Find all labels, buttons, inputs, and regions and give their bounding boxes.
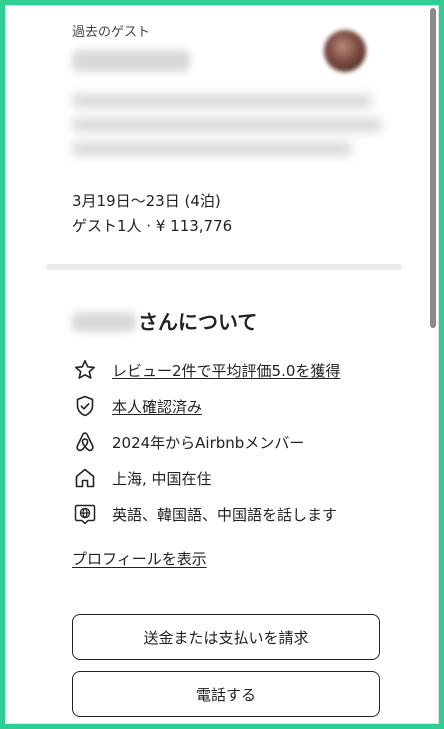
airbnb-logo-icon [72, 429, 98, 455]
about-host-title: さんについて [72, 306, 257, 335]
avatar[interactable] [324, 30, 366, 72]
fact-identity-verified: 本人確認済み [72, 388, 402, 424]
languages-text: 英語、韓国語、中国語を話します [112, 505, 338, 524]
fact-member-since: 2024年からAirbnbメンバー [72, 424, 402, 460]
fact-reviews: レビュー2件で平均評価5.0を獲得 [72, 352, 402, 388]
host-panel: 過去のゲスト 3月19日〜23日 (4泊) ゲスト1人 · ¥ 113,776 … [5, 5, 439, 724]
star-icon [72, 357, 98, 383]
globe-speech-icon [72, 501, 98, 527]
about-title-suffix: さんについて [138, 310, 258, 334]
stay-dates: 3月19日〜23日 (4泊) [72, 192, 221, 210]
host-facts-list: レビュー2件で平均評価5.0を獲得 本人確認済み 2024年からAirbnbメン… [72, 352, 402, 532]
request-payment-button[interactable]: 送金または支払いを請求 [72, 614, 380, 660]
location-text: 上海, 中国在住 [112, 469, 212, 488]
member-since-text: 2024年からAirbnbメンバー [112, 433, 305, 452]
call-button[interactable]: 電話する [72, 671, 380, 717]
guest-count-price: ゲスト1人 · ¥ 113,776 [72, 217, 233, 235]
identity-verified-link[interactable]: 本人確認済み [112, 396, 202, 417]
scrollbar[interactable] [428, 6, 436, 723]
shield-check-icon [72, 393, 98, 419]
fact-languages: 英語、韓国語、中国語を話します [72, 496, 402, 532]
view-profile-link[interactable]: プロフィールを表示 [72, 548, 207, 569]
message-preview-redacted [72, 94, 382, 180]
section-divider [46, 264, 402, 270]
home-icon [72, 465, 98, 491]
host-name-redacted [72, 312, 136, 332]
guest-name-redacted [72, 50, 190, 72]
reviews-link[interactable]: レビュー2件で平均評価5.0を獲得 [112, 360, 340, 381]
past-guest-label: 過去のゲスト [72, 25, 151, 40]
scrollbar-thumb[interactable] [430, 8, 436, 328]
fact-location: 上海, 中国在住 [72, 460, 402, 496]
